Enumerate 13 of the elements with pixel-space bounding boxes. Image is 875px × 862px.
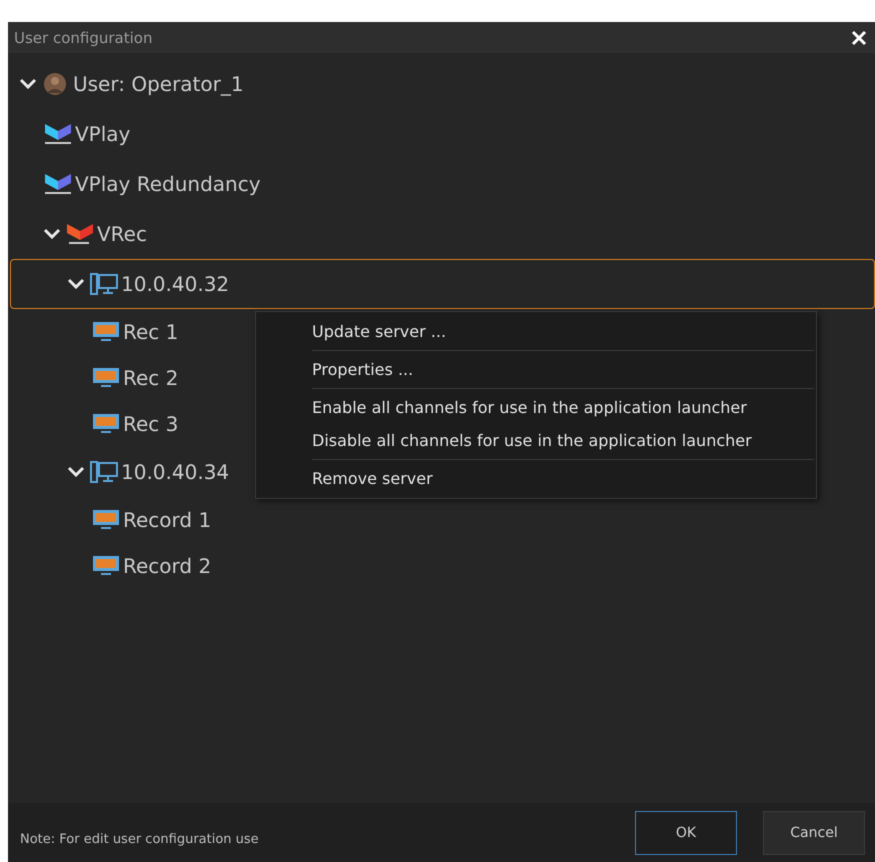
footer-note: Note: For edit user configuration use	[20, 832, 260, 847]
tree-item-label: Rec 3	[123, 412, 178, 436]
tree-item-label: Rec 1	[123, 320, 178, 344]
tree-item-label: VPlay	[75, 122, 130, 146]
tree-item-label: 10.0.40.32	[121, 272, 230, 296]
tree-item-label: 10.0.40.34	[121, 460, 230, 484]
tree-item-label: Record 1	[123, 508, 212, 532]
tree-item-label: Record 2	[123, 554, 212, 578]
tree-item-label: VRec	[97, 222, 147, 246]
window-title: User configuration	[14, 28, 152, 46]
tree-item-label: Rec 2	[123, 366, 178, 390]
tree-item-label: User: Operator_1	[73, 72, 244, 96]
tree-item-label: VPlay Redundancy	[75, 172, 261, 196]
